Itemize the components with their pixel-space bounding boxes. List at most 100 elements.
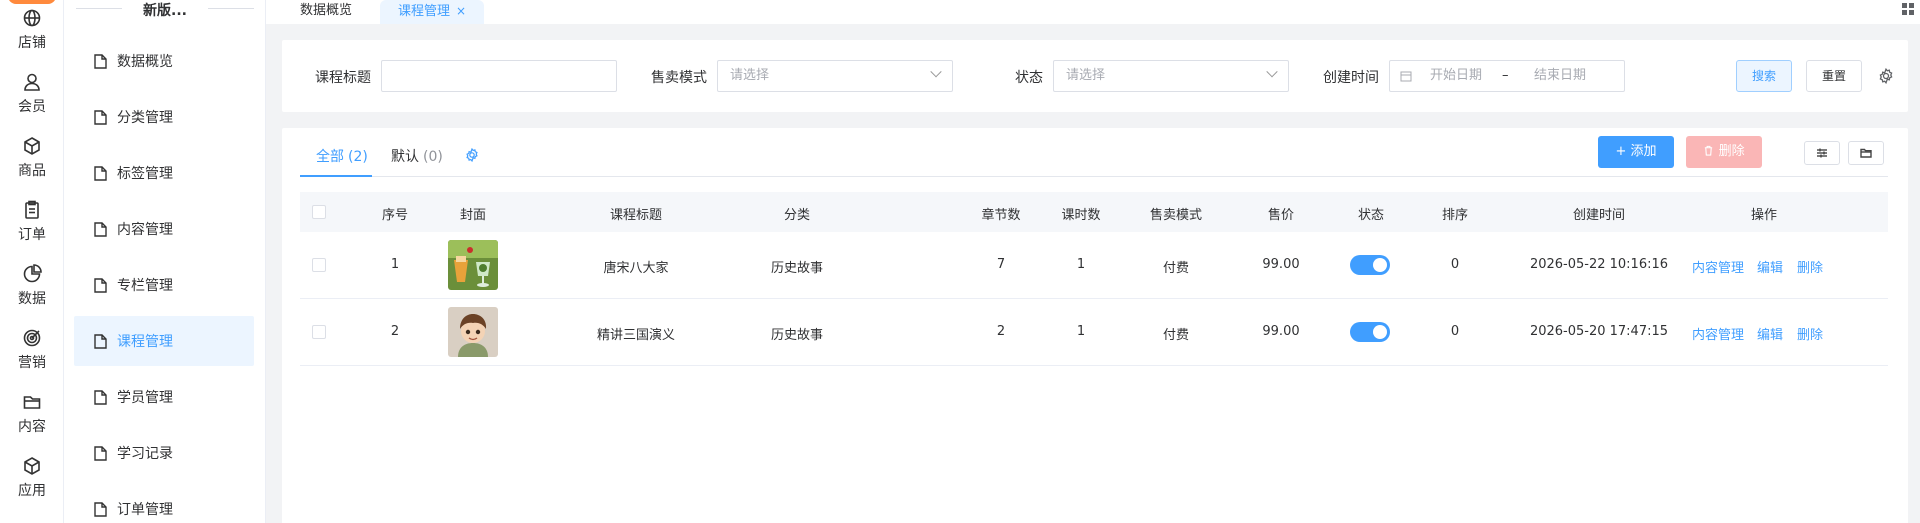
app-icon (24, 457, 40, 475)
cell-lessons: 1 (1076, 324, 1086, 339)
content-manage-link[interactable]: 内容管理 (1692, 257, 1744, 276)
search-button[interactable]: 搜索 (1736, 60, 1792, 92)
end-date-placeholder[interactable]: 结束日期 (1534, 61, 1586, 91)
drinks-cover-image (448, 240, 498, 290)
filter-panel: 课程标题 售卖模式 请选择 状态 请选择 创建时间 开始日期 – 结束日期 搜索… (282, 40, 1908, 112)
rail-item-store[interactable]: 店铺 (0, 0, 64, 60)
column-filter-tool[interactable] (1804, 141, 1840, 165)
sidebar-item-label: 标签管理 (117, 166, 173, 182)
sale-mode-select[interactable]: 请选择 (717, 60, 953, 92)
sidebar-item-category[interactable]: 分类管理 (74, 92, 254, 142)
course-cover-image[interactable] (448, 307, 498, 357)
sidebar-item-tags[interactable]: 标签管理 (74, 148, 254, 198)
page-tabs: 数据概览 课程管理 × (266, 0, 1920, 24)
tab-settings-gear-icon[interactable] (465, 148, 479, 162)
reset-button[interactable]: 重置 (1806, 60, 1862, 92)
delete-link[interactable]: 删除 (1797, 324, 1823, 343)
sidebar-item-overview[interactable]: 数据概览 (74, 36, 254, 86)
course-table-card: 全部 (2) 默认 (0) + 添加 删除 序号 封面 课程标题 分类 章节数 课时… (282, 128, 1908, 523)
tab-course-management[interactable]: 课程管理 × (380, 0, 485, 24)
date-range-picker[interactable]: 开始日期 – 结束日期 (1389, 60, 1625, 92)
rail-item-label: 数据 (18, 291, 46, 307)
tab-all[interactable]: 全部 (2) (316, 146, 368, 176)
document-icon (94, 165, 107, 181)
folder-tool[interactable] (1848, 141, 1884, 165)
col-title: 课程标题 (609, 208, 662, 223)
rail-item-order[interactable]: 订单 (0, 192, 64, 252)
sidebar-item-orders[interactable]: 订单管理 (74, 484, 254, 523)
delete-button[interactable]: 删除 (1686, 136, 1762, 168)
document-icon (94, 445, 107, 461)
sale-mode-placeholder: 请选择 (730, 68, 770, 83)
sidebar-item-label: 数据概览 (117, 54, 173, 70)
status-select[interactable]: 请选择 (1053, 60, 1289, 92)
select-all-checkbox[interactable] (312, 205, 326, 219)
sidebar-item-label: 学习记录 (117, 446, 173, 462)
col-index: 序号 (381, 208, 408, 223)
chevron-down-icon (1266, 66, 1278, 78)
grid-menu-icon[interactable] (1902, 3, 1914, 15)
course-cover-image[interactable] (448, 240, 498, 290)
col-actions: 操作 (1750, 208, 1777, 223)
col-chapters: 章节数 (981, 208, 1021, 223)
range-separator: – (1502, 68, 1509, 83)
sidebar-item-courses[interactable]: 课程管理 (74, 316, 254, 366)
sidebar-item-column[interactable]: 专栏管理 (74, 260, 254, 310)
row-checkbox[interactable] (312, 258, 326, 272)
rail-item-product[interactable]: 商品 (0, 128, 64, 188)
cell-sale-mode: 付费 (1162, 328, 1189, 343)
status-toggle[interactable] (1350, 322, 1390, 342)
cell-title: 唐宋八大家 (603, 261, 669, 276)
sidebar-item-label: 专栏管理 (117, 278, 173, 294)
add-label: 添加 (1630, 144, 1657, 159)
document-icon (94, 389, 107, 405)
cell-price: 99.00 (1262, 324, 1300, 339)
settings-gear-icon[interactable] (1878, 68, 1894, 84)
document-icon (94, 277, 107, 293)
cell-created: 2026-05-20 17:47:15 (1529, 324, 1669, 339)
rail-item-label: 会员 (18, 99, 46, 115)
rail-item-data[interactable]: 数据 (0, 256, 64, 316)
status-toggle[interactable] (1350, 255, 1390, 275)
tab-divider (300, 176, 1888, 177)
edit-link[interactable]: 编辑 (1757, 324, 1783, 343)
cell-category: 历史故事 (770, 261, 823, 276)
start-date-placeholder[interactable]: 开始日期 (1430, 61, 1482, 91)
tab-default[interactable]: 默认 (0) (391, 146, 443, 176)
rail-item-marketing[interactable]: 营销 (0, 320, 64, 380)
document-icon (94, 501, 107, 517)
rail-item-app[interactable]: 应用 (0, 448, 64, 508)
rail-item-label: 商品 (18, 163, 46, 179)
rail-item-content[interactable]: 内容 (0, 384, 64, 444)
rail-item-label: 内容 (18, 419, 46, 435)
add-button[interactable]: + 添加 (1598, 136, 1674, 168)
primary-nav-rail: 店铺 会员 商品 订单 数据 营销 内容 应用 (0, 0, 64, 523)
tab-default-count: (0) (423, 149, 443, 165)
tab-label: 课程管理 (398, 4, 451, 19)
content-manage-link[interactable]: 内容管理 (1692, 324, 1744, 343)
rail-item-member[interactable]: 会员 (0, 64, 64, 124)
rail-item-label: 营销 (18, 355, 46, 371)
member-icon (24, 73, 40, 91)
tab-all-label: 全部 (316, 149, 344, 165)
sidebar-item-content[interactable]: 内容管理 (74, 204, 254, 254)
delete-link[interactable]: 删除 (1797, 257, 1823, 276)
sidebar-item-records[interactable]: 学习记录 (74, 428, 254, 478)
tab-data-overview[interactable]: 数据概览 (282, 0, 370, 24)
col-sale-mode: 售卖模式 (1149, 208, 1202, 223)
content-icon (23, 396, 41, 409)
course-title-input[interactable] (381, 60, 617, 92)
cell-title: 精讲三国演义 (596, 328, 675, 343)
col-lessons: 课时数 (1061, 208, 1101, 223)
rail-item-label: 应用 (18, 483, 46, 499)
close-icon[interactable]: × (456, 4, 466, 18)
edit-link[interactable]: 编辑 (1757, 257, 1783, 276)
trash-icon (1705, 145, 1713, 156)
order-icon (25, 200, 39, 219)
sidebar-item-students[interactable]: 学员管理 (74, 372, 254, 422)
table-row: 2 精讲三国演义 历史故事 2 1 付费 99.00 0 2026-05-20 … (300, 299, 1888, 366)
secondary-sidebar: 新版... 数据概览 分类管理 标签管理 内容管理 专栏管理 课程管理 学员管理 (64, 0, 266, 523)
row-checkbox[interactable] (312, 325, 326, 339)
chevron-down-icon (930, 66, 942, 78)
document-icon (94, 109, 107, 125)
